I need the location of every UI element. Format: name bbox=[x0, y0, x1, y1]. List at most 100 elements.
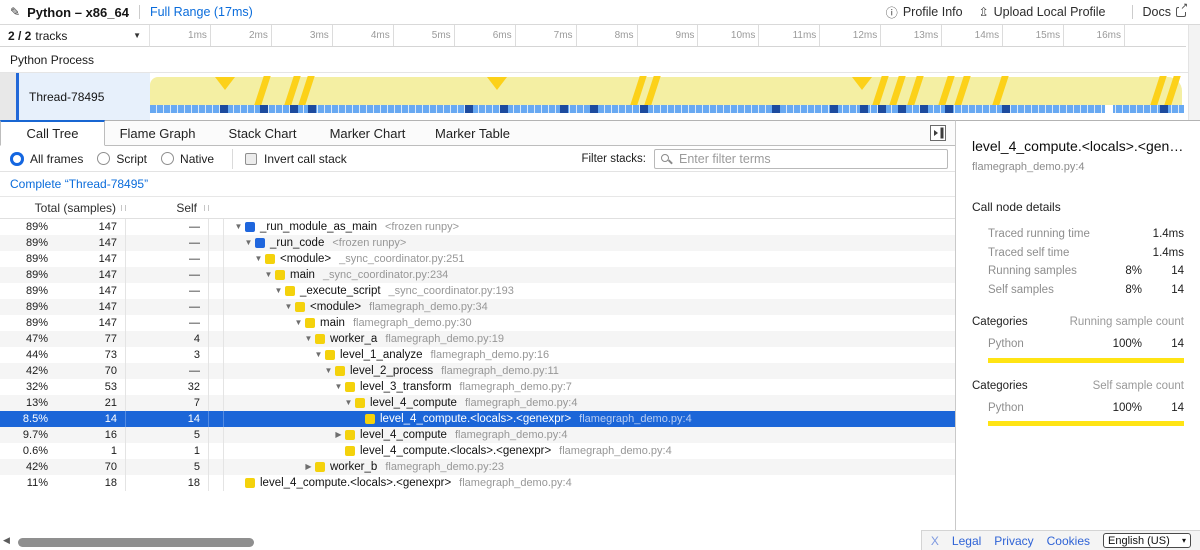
track-vertical-scrollbar[interactable] bbox=[1188, 25, 1200, 120]
total-samples: 73 bbox=[48, 347, 126, 363]
expander-icon[interactable]: ▼ bbox=[292, 315, 305, 331]
tree-row[interactable]: 89%147—▼main_sync_coordinator.py:234 bbox=[0, 267, 955, 283]
ruler-tick: 13ms bbox=[881, 25, 942, 46]
tab-marker-table[interactable]: Marker Table bbox=[420, 120, 525, 146]
timeline-ruler: 1ms2ms3ms4ms5ms6ms7ms8ms9ms10ms11ms12ms1… bbox=[150, 25, 1186, 47]
expander-icon[interactable]: ▶ bbox=[302, 459, 315, 475]
total-percent: 89% bbox=[0, 315, 48, 331]
tree-row[interactable]: 42%705▶worker_bflamegraph_demo.py:23 bbox=[0, 459, 955, 475]
tracks-dropdown[interactable]: 2 / 2 tracks ▼ bbox=[0, 25, 150, 47]
expander-icon[interactable]: ▼ bbox=[342, 395, 355, 411]
track-marker-triangle[interactable] bbox=[852, 77, 872, 90]
expander-icon[interactable]: ▼ bbox=[312, 347, 325, 363]
total-samples: 16 bbox=[48, 427, 126, 443]
footer-link-x[interactable]: X bbox=[931, 534, 939, 548]
total-percent: 89% bbox=[0, 299, 48, 315]
tab-marker-chart[interactable]: Marker Chart bbox=[315, 120, 420, 146]
function-cell: ▶level_4_computeflamegraph_demo.py:4 bbox=[224, 427, 955, 443]
ruler-tick-label: 11ms bbox=[793, 30, 817, 41]
radio-native[interactable]: Native bbox=[161, 152, 214, 166]
invert-call-stack-checkbox[interactable] bbox=[245, 153, 257, 165]
expander-icon[interactable]: ▼ bbox=[332, 379, 345, 395]
categories-heading: Categories bbox=[972, 316, 1070, 328]
expander-icon[interactable]: ▼ bbox=[282, 299, 295, 315]
expander-icon[interactable]: ▼ bbox=[252, 251, 265, 267]
tree-row[interactable]: 13%217▼level_4_computeflamegraph_demo.py… bbox=[0, 395, 955, 411]
self-samples: 1 bbox=[126, 443, 209, 459]
radio-script[interactable]: Script bbox=[97, 152, 147, 166]
docs-link[interactable]: Docs bbox=[1143, 5, 1186, 19]
language-select[interactable]: English (US) ▾ bbox=[1103, 533, 1191, 548]
category-square-icon bbox=[255, 238, 265, 248]
expander-icon[interactable]: ▼ bbox=[242, 235, 255, 251]
tree-row[interactable]: 42%70—▼level_2_processflamegraph_demo.py… bbox=[0, 363, 955, 379]
horizontal-scrollbar-thumb[interactable] bbox=[18, 538, 254, 547]
total-percent: 47% bbox=[0, 331, 48, 347]
category-name: Python bbox=[972, 402, 1104, 414]
category-row: Python100%14 bbox=[972, 399, 1184, 418]
tab-stack-chart[interactable]: Stack Chart bbox=[210, 120, 315, 146]
expander-icon[interactable]: ▼ bbox=[232, 219, 245, 235]
footer-link-cookies[interactable]: Cookies bbox=[1047, 534, 1090, 548]
tree-row[interactable]: 89%147—▼mainflamegraph_demo.py:30 bbox=[0, 315, 955, 331]
sidebar-toggle-button[interactable] bbox=[929, 124, 947, 142]
file-location: flamegraph_demo.py:4 bbox=[455, 427, 568, 443]
tree-row[interactable]: 44%733▼level_1_analyzeflamegraph_demo.py… bbox=[0, 347, 955, 363]
tree-row[interactable]: 8.5%1414level_4_compute.<locals>.<genexp… bbox=[0, 411, 955, 427]
category-square-icon bbox=[345, 446, 355, 456]
scroll-left-arrow-icon[interactable]: ◀ bbox=[3, 535, 10, 546]
edit-profile-name-icon[interactable]: ✎ bbox=[10, 5, 20, 19]
thread-track-label[interactable]: Thread-78495 bbox=[19, 73, 150, 120]
total-samples: 21 bbox=[48, 395, 126, 411]
column-header-total[interactable]: Total (samples) bbox=[0, 201, 126, 215]
footer-link-privacy[interactable]: Privacy bbox=[994, 534, 1033, 548]
expander-icon[interactable]: ▼ bbox=[302, 331, 315, 347]
filter-stacks-input[interactable] bbox=[654, 149, 948, 169]
self-samples: 4 bbox=[126, 331, 209, 347]
breadcrumb-complete-thread[interactable]: Complete “Thread-78495” bbox=[10, 177, 148, 191]
track-marker-triangle[interactable] bbox=[487, 77, 507, 90]
total-percent: 8.5% bbox=[0, 411, 48, 427]
expander-icon[interactable]: ▶ bbox=[332, 427, 345, 443]
tree-row[interactable]: 89%147—▼_run_module_as_main<frozen runpy… bbox=[0, 219, 955, 235]
detail-row: Traced running time1.4ms bbox=[972, 225, 1184, 244]
tree-row[interactable]: 11%1818level_4_compute.<locals>.<genexpr… bbox=[0, 475, 955, 491]
function-name: level_4_compute.<locals>.<genexpr> bbox=[360, 443, 551, 459]
ruler-tick: 16ms bbox=[1064, 25, 1125, 46]
category-percent: 100% bbox=[1104, 402, 1142, 414]
tree-row[interactable]: 9.7%165▶level_4_computeflamegraph_demo.p… bbox=[0, 427, 955, 443]
process-track-header[interactable]: Python Process bbox=[0, 47, 1188, 73]
tree-row[interactable]: 89%147—▼_run_code<frozen runpy> bbox=[0, 235, 955, 251]
file-location: _sync_coordinator.py:193 bbox=[389, 283, 514, 299]
file-location: flamegraph_demo.py:23 bbox=[385, 459, 504, 475]
thread-track-graph[interactable] bbox=[150, 73, 1186, 120]
total-samples: 147 bbox=[48, 283, 126, 299]
expander-icon[interactable]: ▼ bbox=[322, 363, 335, 379]
tab-flame-graph[interactable]: Flame Graph bbox=[105, 120, 210, 146]
total-percent: 13% bbox=[0, 395, 48, 411]
expander-icon[interactable]: ▼ bbox=[262, 267, 275, 283]
total-percent: 42% bbox=[0, 363, 48, 379]
ruler-tick: 7ms bbox=[516, 25, 577, 46]
tree-row[interactable]: 32%5332▼level_3_transformflamegraph_demo… bbox=[0, 379, 955, 395]
tree-row[interactable]: 89%147—▼<module>_sync_coordinator.py:251 bbox=[0, 251, 955, 267]
tree-row[interactable]: 0.6%11level_4_compute.<locals>.<genexpr>… bbox=[0, 443, 955, 459]
expander-icon[interactable]: ▼ bbox=[272, 283, 285, 299]
tab-call-tree[interactable]: Call Tree bbox=[0, 120, 105, 146]
profile-info-button[interactable]: ⓘ Profile Info bbox=[886, 4, 963, 21]
total-samples: 53 bbox=[48, 379, 126, 395]
upload-profile-button[interactable]: ⇫ Upload Local Profile bbox=[979, 5, 1106, 19]
radio-all-frames[interactable]: All frames bbox=[10, 152, 83, 166]
column-header-self[interactable]: Self bbox=[126, 201, 209, 215]
footer-link-legal[interactable]: Legal bbox=[952, 534, 981, 548]
tree-row[interactable]: 89%147—▼_execute_script_sync_coordinator… bbox=[0, 283, 955, 299]
file-location: _sync_coordinator.py:234 bbox=[323, 267, 448, 283]
tree-row[interactable]: 47%774▼worker_aflamegraph_demo.py:19 bbox=[0, 331, 955, 347]
breadcrumb: Complete “Thread-78495” bbox=[0, 172, 955, 197]
track-marker-triangle[interactable] bbox=[215, 77, 235, 90]
file-location: flamegraph_demo.py:4 bbox=[459, 475, 572, 491]
full-range-link[interactable]: Full Range (17ms) bbox=[150, 5, 253, 19]
file-location: flamegraph_demo.py:16 bbox=[430, 347, 549, 363]
category-strip-cell bbox=[209, 251, 224, 267]
tree-row[interactable]: 89%147—▼<module>flamegraph_demo.py:34 bbox=[0, 299, 955, 315]
